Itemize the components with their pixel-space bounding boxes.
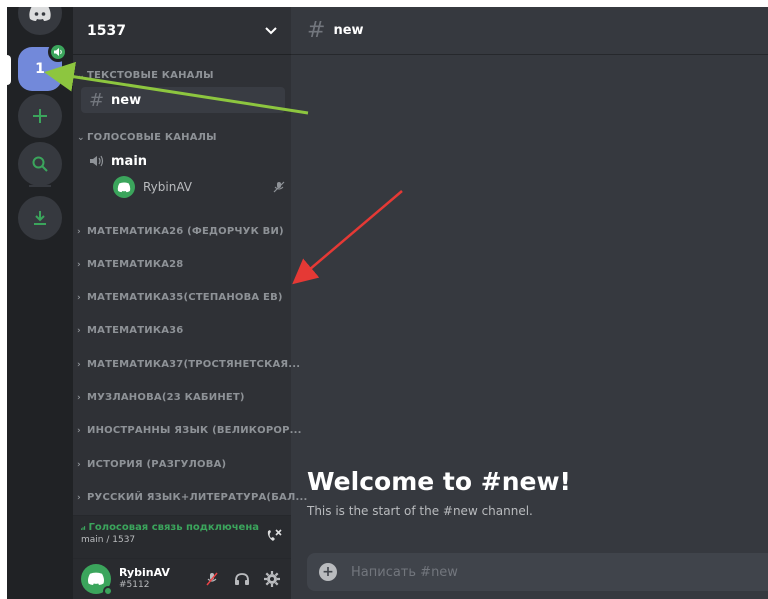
speaker-icon (54, 48, 62, 56)
chevron-right-icon: › (77, 492, 81, 503)
category-label: МАТЕМАТИКА37(ТРОСТЯНЕТСКАЯ... (87, 359, 301, 370)
headphones-icon (235, 573, 249, 585)
rail-separator (29, 185, 51, 187)
voice-active-badge (48, 42, 68, 62)
category-collapsed-1[interactable]: › МАТЕМАТИКА28 (77, 259, 183, 270)
voice-user-rybinav[interactable]: RybinAV (113, 173, 285, 201)
discord-app: 1 1537 ⌄ ТЕКСТОВЫЕ КАНАЛЫ # new ⌄ ГОЛОСО… (7, 7, 768, 599)
search-icon (32, 156, 48, 172)
user-settings-button[interactable] (261, 568, 283, 590)
attach-button[interactable]: + (319, 563, 337, 581)
message-composer[interactable]: + Написать #new (307, 553, 768, 591)
voice-status-text: Голосовая связь подключена (88, 522, 260, 533)
disconnect-button[interactable] (265, 528, 283, 548)
channel-title: new (333, 23, 364, 38)
category-label: МАТЕМАТИКА36 (87, 325, 184, 336)
discord-avatar-icon (88, 572, 104, 585)
download-apps-button[interactable] (18, 196, 62, 240)
user-avatar[interactable] (81, 564, 113, 596)
voice-connected-status[interactable]: Голосовая связь подключена (81, 522, 259, 533)
voice-channel-main[interactable]: main (81, 148, 285, 174)
chevron-right-icon: › (77, 459, 81, 470)
voice-user-name: RybinAV (143, 180, 192, 194)
category-collapsed-8[interactable]: › РУССКИЙ ЯЗЫК+ЛИТЕРАТУРА(БАЛ... (77, 492, 307, 503)
server-rail: 1 (7, 7, 73, 599)
channel-header: # new (291, 7, 768, 55)
category-label: РУССКИЙ ЯЗЫК+ЛИТЕРАТУРА(БАЛ... (87, 492, 308, 503)
discord-avatar-icon (117, 182, 131, 192)
category-label: МАТЕМАТИКА35(СТЕПАНОВА ЕВ) (87, 292, 283, 303)
speaker-icon (90, 155, 104, 167)
online-status-dot (103, 586, 113, 596)
signal-bars-icon (81, 525, 86, 530)
category-collapsed-5[interactable]: › МУЗЛАНОВА(23 КАБИНЕТ) (77, 392, 245, 403)
username: RybinAV (119, 566, 170, 579)
chevron-right-icon: › (77, 425, 81, 436)
chevron-down-icon: ⌄ (77, 70, 85, 81)
active-server-pill (7, 55, 11, 85)
welcome-message: Welcome to #new! This is the start of th… (307, 467, 571, 518)
download-icon (34, 211, 46, 225)
user-panel: RybinAV #5112 (73, 559, 291, 599)
discord-home-button[interactable] (18, 7, 62, 35)
welcome-subtitle: This is the start of the #new channel. (307, 504, 533, 518)
category-collapsed-3[interactable]: › МАТЕМАТИКА36 (77, 325, 183, 336)
category-label: ИНОСТРАННЫ ЯЗЫК (ВЕЛИКОРОР... (87, 425, 302, 436)
channel-sidebar: 1537 ⌄ ТЕКСТОВЫЕ КАНАЛЫ # new ⌄ ГОЛОСОВЫ… (73, 7, 307, 599)
gear-icon (264, 571, 280, 587)
category-collapsed-6[interactable]: › ИНОСТРАННЫ ЯЗЫК (ВЕЛИКОРОР... (77, 425, 302, 436)
avatar (113, 176, 135, 198)
add-server-button[interactable] (18, 94, 62, 138)
muted-mic-icon (273, 181, 285, 193)
user-tag: #5112 (119, 580, 150, 590)
chevron-right-icon: › (77, 325, 81, 336)
discord-logo-icon (29, 7, 51, 21)
phone-disconnect-icon (267, 529, 282, 541)
category-voice-channels[interactable]: ⌄ ГОЛОСОВЫЕ КАНАЛЫ (77, 132, 217, 143)
plus-icon (33, 109, 47, 123)
channel-name: new (111, 92, 142, 108)
category-collapsed-4[interactable]: › МАТЕМАТИКА37(ТРОСТЯНЕТСКАЯ... (77, 359, 300, 370)
chevron-right-icon: › (77, 226, 81, 237)
hash-icon: # (89, 89, 105, 111)
welcome-title: Welcome to #new! (307, 467, 571, 496)
explore-servers-button[interactable] (18, 142, 62, 186)
deafen-button[interactable] (231, 568, 253, 590)
category-collapsed-2[interactable]: › МАТЕМАТИКА35(СТЕПАНОВА ЕВ) (77, 292, 283, 303)
chevron-right-icon: › (77, 392, 81, 403)
category-label: ИСТОРИЯ (РАЗГУЛОВА) (87, 459, 227, 470)
category-label: МАТЕМАТИКА28 (87, 259, 184, 270)
server-icon-text: 1 (35, 61, 45, 77)
chevron-down-icon (265, 26, 277, 34)
voice-status-panel: Голосовая связь подключена main / 1537 (73, 515, 291, 559)
category-label: ТЕКСТОВЫЕ КАНАЛЫ (87, 70, 214, 81)
server-1537-button[interactable]: 1 (18, 42, 68, 91)
guild-header[interactable]: 1537 (73, 7, 291, 55)
user-names: RybinAV #5112 (119, 567, 193, 591)
chevron-down-icon: ⌄ (77, 132, 85, 143)
chevron-right-icon: › (77, 359, 81, 370)
category-text-channels[interactable]: ⌄ ТЕКСТОВЫЕ КАНАЛЫ (77, 70, 214, 81)
category-collapsed-7[interactable]: › ИСТОРИЯ (РАЗГУЛОВА) (77, 459, 226, 470)
chevron-right-icon: › (77, 292, 81, 303)
message-input-placeholder[interactable]: Написать #new (351, 565, 458, 580)
category-label: ГОЛОСОВЫЕ КАНАЛЫ (87, 132, 217, 143)
category-label: МУЗЛАНОВА(23 КАБИНЕТ) (87, 392, 245, 403)
chat-area: # new Welcome to #new! This is the start… (291, 7, 768, 599)
channel-new[interactable]: # new (81, 87, 285, 113)
hash-icon: # (307, 18, 326, 43)
voice-location: main / 1537 (81, 535, 136, 545)
muted-mic-icon (206, 572, 218, 586)
chevron-right-icon: › (77, 259, 81, 270)
category-collapsed-0[interactable]: › МАТЕМАТИКА26 (ФЕДОРЧУК ВИ) (77, 226, 284, 237)
guild-name: 1537 (87, 22, 126, 39)
category-label: МАТЕМАТИКА26 (ФЕДОРЧУК ВИ) (87, 226, 284, 237)
mute-mic-button[interactable] (201, 568, 223, 590)
channel-name: main (111, 153, 148, 169)
